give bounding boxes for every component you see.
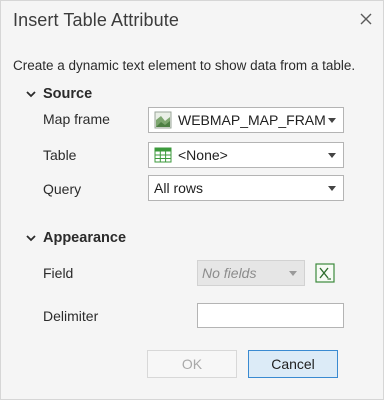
map-frame-label: Map frame xyxy=(43,111,110,127)
chevron-down-icon xyxy=(26,91,36,98)
map-frame-dropdown[interactable]: WEBMAP_MAP_FRAME xyxy=(148,107,344,133)
close-icon xyxy=(360,13,372,25)
query-label: Query xyxy=(43,181,82,197)
map-frame-icon xyxy=(154,111,172,129)
source-heading: Source xyxy=(43,86,93,102)
dialog-title: Insert Table Attribute xyxy=(13,10,179,30)
cancel-button[interactable]: Cancel xyxy=(248,350,338,378)
field-label: Field xyxy=(43,265,74,281)
field-dropdown[interactable]: No fields xyxy=(197,260,305,286)
insert-table-attribute-dialog: Insert Table Attribute Create a dynamic … xyxy=(0,0,384,400)
chevron-down-icon xyxy=(26,235,36,242)
table-value: <None> xyxy=(178,147,228,163)
query-value: All rows xyxy=(154,180,204,196)
appearance-section-header[interactable]: Appearance xyxy=(25,230,126,246)
source-section-header[interactable]: Source xyxy=(25,86,92,102)
expression-icon[interactable] xyxy=(315,263,335,283)
table-icon xyxy=(154,147,172,163)
delimiter-input[interactable] xyxy=(197,303,344,328)
field-value: No fields xyxy=(202,265,257,281)
table-label: Table xyxy=(43,147,77,163)
dropdown-arrow-icon xyxy=(325,108,339,132)
delimiter-label: Delimiter xyxy=(43,308,99,324)
table-dropdown[interactable]: <None> xyxy=(148,142,344,168)
dialog-description: Create a dynamic text element to show da… xyxy=(13,58,356,73)
map-frame-value: WEBMAP_MAP_FRAME xyxy=(178,112,325,128)
appearance-heading: Appearance xyxy=(43,230,127,246)
dropdown-arrow-icon xyxy=(286,270,300,276)
ok-button[interactable]: OK xyxy=(147,350,237,378)
dropdown-arrow-icon xyxy=(325,143,339,167)
close-button[interactable] xyxy=(351,5,381,33)
dropdown-arrow-icon xyxy=(325,176,339,200)
query-dropdown[interactable]: All rows xyxy=(148,175,344,201)
